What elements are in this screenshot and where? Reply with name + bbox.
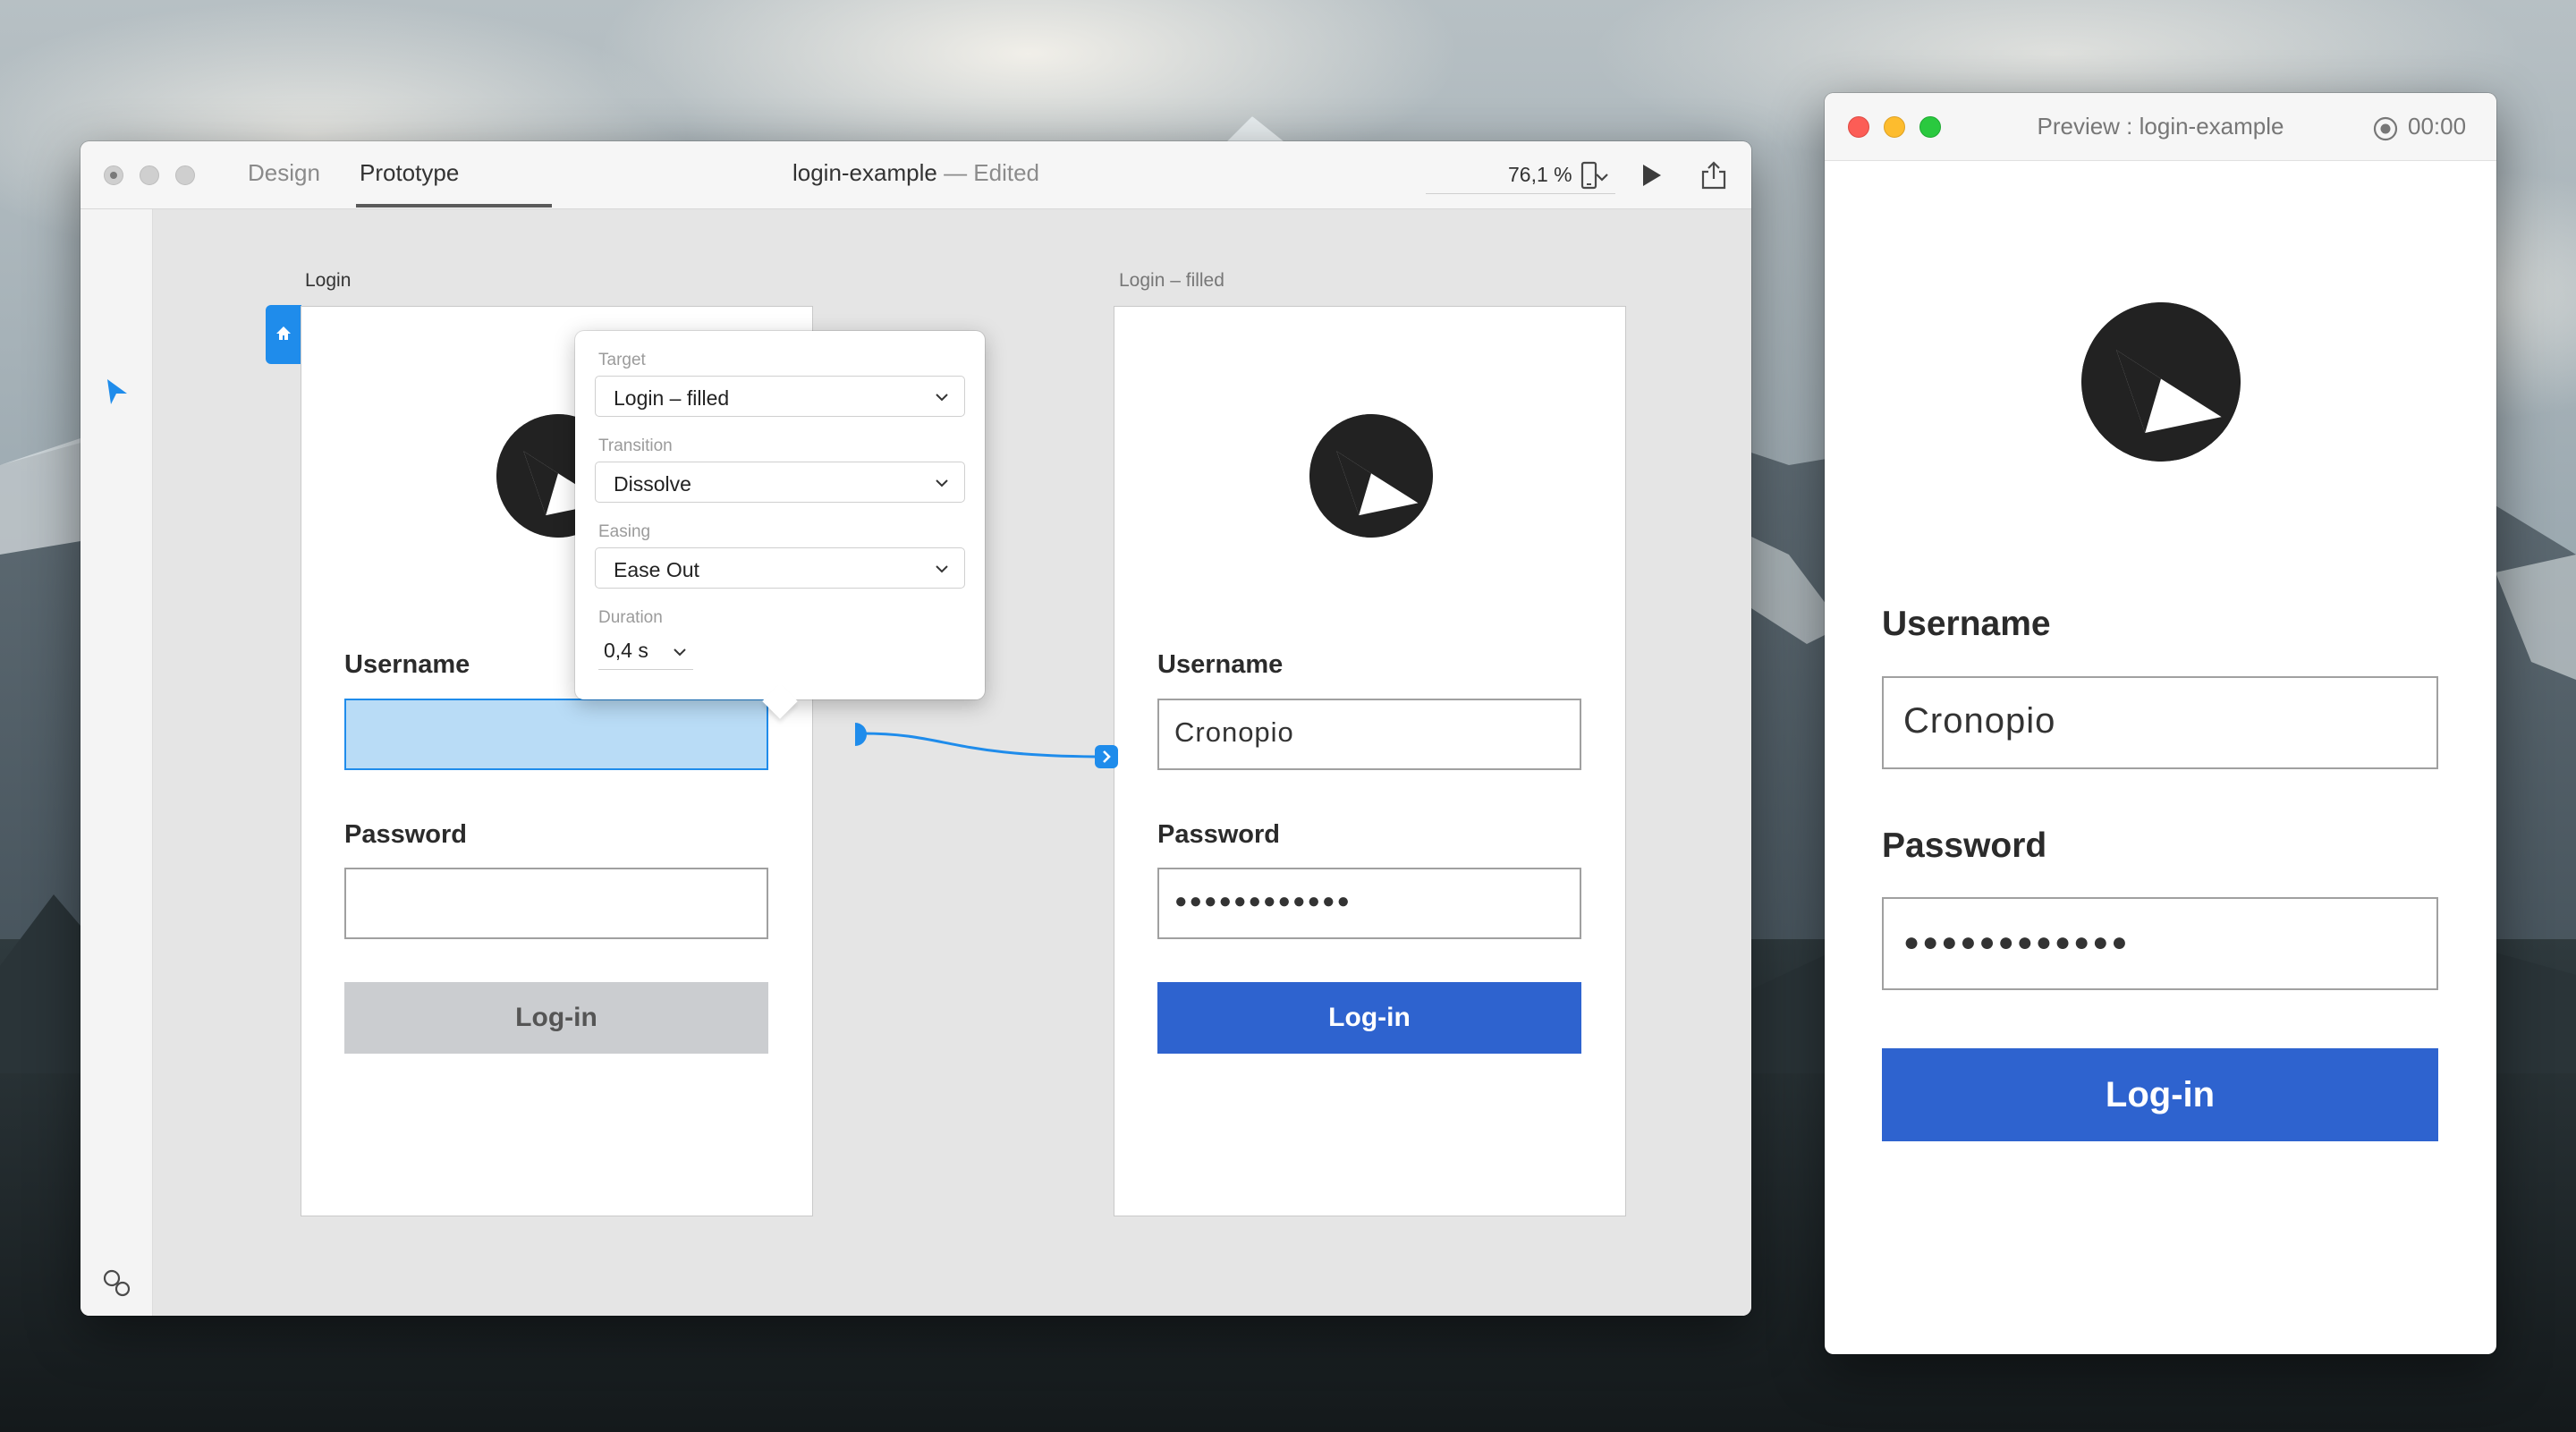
username-label: Username	[344, 650, 470, 679]
document-name: login-example	[792, 159, 937, 186]
play-icon[interactable]	[1634, 159, 1666, 191]
chevron-down-icon	[936, 479, 948, 487]
preview-login-button[interactable]: Log-in	[1882, 1048, 2438, 1141]
duration-label: Duration	[598, 608, 663, 627]
active-tab-indicator	[356, 204, 552, 208]
password-value: ●●●●●●●●●●●●	[1174, 889, 1352, 913]
record-icon[interactable]	[2372, 115, 2399, 142]
preview-titlebar: Preview : login-example 00:00	[1825, 93, 2496, 161]
preview-password-value: ●●●●●●●●●●●●	[1903, 928, 2131, 957]
target-select[interactable]: Login – filled	[595, 376, 965, 417]
target-label: Target	[598, 351, 646, 369]
artboard-label-login-filled[interactable]: Login – filled	[1119, 270, 1224, 292]
transition-value: Dissolve	[614, 472, 691, 496]
preview-username-field[interactable]: Cronopio	[1882, 676, 2438, 769]
chevron-down-icon	[936, 565, 948, 573]
password-field[interactable]: ●●●●●●●●●●●●	[1157, 868, 1581, 939]
interaction-popover: Target Login – filled Transition Dissolv…	[575, 331, 985, 699]
logo	[1309, 414, 1433, 538]
symbols-icon[interactable]	[100, 1267, 132, 1299]
artboard-label-login[interactable]: Login	[305, 270, 351, 292]
wire-target-arrow-icon[interactable]	[1095, 745, 1118, 768]
login-button-disabled[interactable]: Log-in	[344, 982, 768, 1054]
document-status: — Edited	[936, 159, 1040, 186]
easing-value: Ease Out	[614, 558, 699, 581]
preview-username-label: Username	[1882, 605, 2051, 643]
logo	[2081, 302, 2241, 462]
password-field[interactable]	[344, 868, 768, 939]
preview-password-field[interactable]: ●●●●●●●●●●●●	[1882, 897, 2438, 990]
transition-select[interactable]: Dissolve	[595, 462, 965, 503]
preview-username-value: Cronopio	[1903, 701, 2056, 741]
easing-label: Easing	[598, 522, 651, 541]
preview-window: Preview : login-example 00:00 Username C…	[1825, 93, 2496, 1354]
chevron-down-icon	[674, 648, 686, 657]
prototype-wire[interactable]	[769, 714, 1199, 785]
xd-titlebar: Design Prototype login-example — Edited …	[80, 141, 1751, 209]
username-field-selected[interactable]	[344, 699, 768, 770]
target-value: Login – filled	[614, 386, 730, 410]
recording-timer: 00:00	[2408, 113, 2467, 140]
home-artboard-flag[interactable]	[266, 305, 301, 364]
duration-select[interactable]: 0,4 s	[598, 635, 693, 670]
easing-select[interactable]: Ease Out	[595, 547, 965, 589]
phone-icon[interactable]	[1572, 159, 1605, 191]
password-label: Password	[1157, 820, 1280, 849]
password-label: Password	[344, 820, 467, 849]
tool-strip	[80, 209, 153, 1316]
preview-password-label: Password	[1882, 826, 2047, 865]
login-button[interactable]: Log-in	[1157, 982, 1581, 1054]
duration-value: 0,4 s	[604, 639, 648, 662]
zoom-value: 76,1 %	[1508, 163, 1572, 186]
username-field[interactable]: Cronopio	[1157, 699, 1581, 770]
chevron-down-icon	[936, 394, 948, 402]
select-arrow-icon[interactable]	[106, 377, 129, 406]
share-icon[interactable]	[1698, 159, 1730, 191]
transition-label: Transition	[598, 436, 673, 455]
xd-window: Design Prototype login-example — Edited …	[80, 141, 1751, 1316]
username-label: Username	[1157, 650, 1284, 679]
home-icon	[276, 326, 291, 340]
